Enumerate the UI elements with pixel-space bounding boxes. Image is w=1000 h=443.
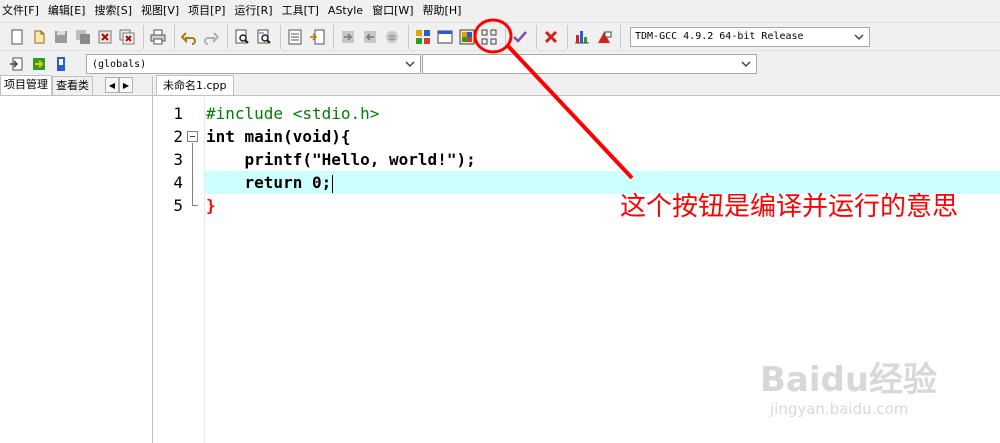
run-icon[interactable]	[435, 27, 455, 47]
print-icon[interactable]	[148, 27, 168, 47]
new-file-icon[interactable]	[7, 27, 27, 47]
code-line-3[interactable]: printf("Hello, world!");	[206, 148, 476, 171]
scroll-left-icon[interactable]: ◀	[105, 77, 119, 93]
chevron-down-icon	[405, 61, 415, 67]
menu-astyle[interactable]: AStyle	[326, 0, 370, 22]
line-number: 4	[173, 173, 183, 192]
main-toolbar: TDM-GCC 4.9.2 64-bit Release	[0, 22, 1000, 50]
scope-select-value: (globals)	[92, 58, 147, 70]
find-icon[interactable]	[232, 27, 252, 47]
project-panel: 项目管理 查看类 ◀ ▶	[0, 75, 153, 443]
compile-run-icon[interactable]	[457, 27, 477, 47]
goto-bookmark-icon[interactable]	[51, 54, 71, 74]
close-file-icon[interactable]	[95, 27, 115, 47]
watermark-url: jingyan.baidu.com	[770, 400, 909, 418]
menu-window[interactable]: 窗口[W]	[370, 0, 420, 22]
stop-icon[interactable]	[541, 27, 561, 47]
indent-toolbar-group	[333, 24, 406, 49]
save-icon[interactable]	[51, 27, 71, 47]
code-line-text: int main(void){	[206, 127, 351, 146]
insert-icon[interactable]	[7, 54, 27, 74]
goto-toolbar-group	[280, 24, 331, 49]
code-line-text: }	[206, 196, 216, 215]
menu-help[interactable]: 帮助[H]	[421, 0, 469, 22]
chevron-down-icon	[854, 34, 864, 40]
class-toolbar: (globals)	[0, 50, 1000, 76]
chart-icon[interactable]	[572, 27, 592, 47]
code-line-5[interactable]: }	[206, 194, 216, 217]
redo-icon[interactable]	[201, 27, 221, 47]
replace-icon[interactable]	[254, 27, 274, 47]
file-toolbar-group	[3, 25, 141, 49]
line-number: 5	[173, 196, 183, 215]
open-file-icon[interactable]	[29, 27, 49, 47]
menu-run[interactable]: 运行[R]	[232, 0, 279, 22]
line-number: 3	[173, 150, 183, 169]
line-number: 2	[173, 127, 183, 146]
editor-tabs: 未命名1.cpp	[153, 75, 1000, 96]
search-toolbar-group	[227, 24, 278, 49]
scope-select[interactable]: (globals)	[86, 54, 421, 74]
menu-project[interactable]: 项目[P]	[186, 0, 232, 22]
compile-toolbar-group	[408, 24, 503, 49]
compiler-select[interactable]: TDM-GCC 4.9.2 64-bit Release	[630, 26, 870, 47]
close-all-icon[interactable]	[117, 27, 137, 47]
debug-toolbar-group	[567, 24, 618, 49]
undo-icon[interactable]	[179, 27, 199, 47]
unindent-icon[interactable]	[360, 27, 380, 47]
stop-toolbar-group	[536, 24, 565, 49]
code-line-text: printf("Hello, world!");	[206, 150, 476, 169]
compiler-toolbar-group: TDM-GCC 4.9.2 64-bit Release	[620, 24, 873, 49]
chevron-down-icon	[741, 61, 751, 67]
code-line-1[interactable]: #include <stdio.h>	[206, 102, 379, 125]
tab-class-browser[interactable]: 查看类	[52, 76, 93, 95]
rebuild-icon[interactable]	[479, 27, 499, 47]
edit-toolbar-group	[174, 24, 225, 49]
tab-scroll-buttons: ◀ ▶	[105, 77, 133, 93]
check-toolbar-group	[505, 24, 534, 49]
save-all-icon[interactable]	[73, 27, 93, 47]
annotation-text: 这个按钮是编译并运行的意思	[620, 192, 959, 222]
goto-line-icon[interactable]	[285, 27, 305, 47]
menu-tools[interactable]: 工具[T]	[280, 0, 326, 22]
fold-end	[192, 205, 198, 206]
print-toolbar-group	[143, 24, 172, 49]
fold-collapse-icon[interactable]	[187, 131, 198, 142]
scroll-right-icon[interactable]: ▶	[119, 77, 133, 93]
compile-icon[interactable]	[413, 27, 433, 47]
comment-icon[interactable]	[382, 27, 402, 47]
insert-toolbar-group	[3, 52, 75, 76]
toggle-bookmark-icon[interactable]	[29, 54, 49, 74]
code-line-4[interactable]: return 0;	[206, 171, 334, 194]
fold-line	[192, 143, 193, 205]
code-line-2[interactable]: int main(void){	[206, 125, 351, 148]
code-line-text: #include <stdio.h>	[206, 104, 380, 123]
watermark-logo: Baidu经验	[760, 360, 938, 400]
tab-project-manager[interactable]: 项目管理	[0, 75, 52, 95]
indent-icon[interactable]	[338, 27, 358, 47]
goto-function-icon[interactable]	[307, 27, 327, 47]
syntax-check-icon[interactable]	[510, 27, 530, 47]
project-panel-tabs: 项目管理 查看类 ◀ ▶	[0, 75, 152, 96]
code-line-text: return 0;	[206, 173, 332, 192]
line-number: 1	[173, 104, 183, 123]
compiler-select-value: TDM-GCC 4.9.2 64-bit Release	[635, 31, 804, 42]
debug-icon[interactable]	[594, 27, 614, 47]
function-select[interactable]	[422, 54, 757, 74]
menu-edit[interactable]: 编辑[E]	[46, 0, 93, 22]
text-caret	[332, 174, 334, 193]
menu-search[interactable]: 搜索[S]	[92, 0, 139, 22]
menu-bar: 文件[F] 编辑[E] 搜索[S] 视图[V] 项目[P] 运行[R] 工具[T…	[0, 0, 1000, 22]
menu-file[interactable]: 文件[F]	[0, 0, 46, 22]
tab-untitled-file[interactable]: 未命名1.cpp	[156, 75, 234, 95]
menu-view[interactable]: 视图[V]	[139, 0, 186, 22]
